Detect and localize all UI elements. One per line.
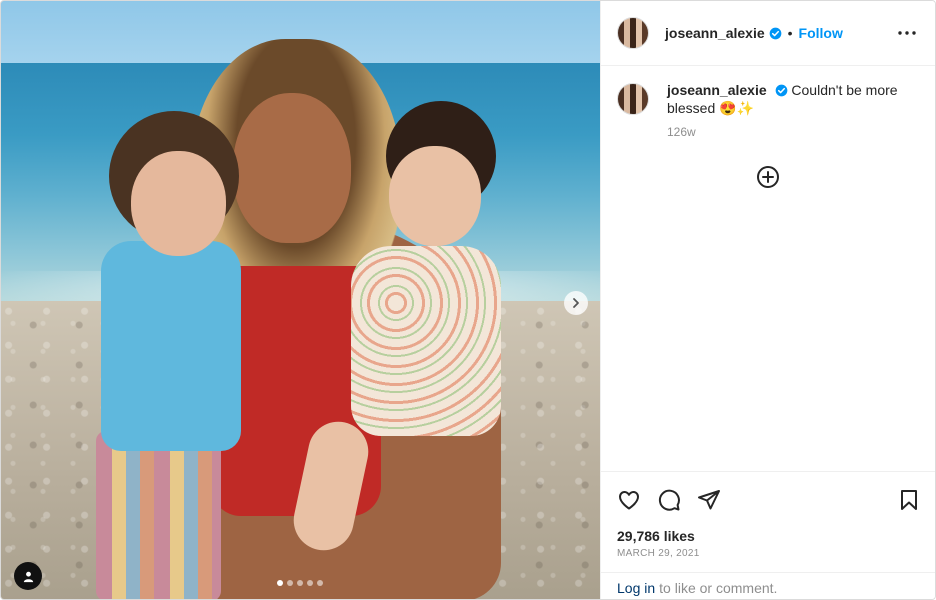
post-caption: joseann_alexie Couldn't be more blessed … [617,81,922,117]
user-tag-icon [23,571,33,582]
post-dialog: joseann_alexie • Follow joseann_alexie C… [0,0,936,600]
username-link[interactable]: joseann_alexie [665,25,765,41]
post-date: MARCH 29, 2021 [617,548,700,559]
caption-username[interactable]: joseann_alexie [667,82,767,98]
more-options-icon [898,31,916,35]
carousel-dot [287,580,293,586]
post-side-panel: joseann_alexie • Follow joseann_alexie C… [600,1,935,599]
carousel-dot [317,580,323,586]
verified-badge-icon [769,27,781,39]
heart-icon[interactable] [617,488,641,512]
post-photo[interactable] [1,1,600,599]
login-link[interactable]: Log in [617,580,655,596]
more-options-button[interactable] [897,23,917,43]
chevron-right-icon [573,298,579,308]
carousel-dot [307,580,313,586]
comment-icon[interactable] [657,488,681,512]
carousel-indicator [277,580,323,586]
avatar[interactable] [617,83,649,115]
verified-badge-icon [775,84,787,97]
login-prompt: Log in to like or comment. [601,572,935,599]
post-actions: 29,786 likes MARCH 29, 2021 Log in to li… [601,471,935,599]
add-comment-icon[interactable] [756,165,780,189]
likes-count[interactable]: 29,786 likes [617,528,695,544]
bookmark-icon[interactable] [897,488,921,512]
carousel-next-button[interactable] [564,291,588,315]
carousel-dot [277,580,283,586]
carousel-dot [297,580,303,586]
tagged-users-button[interactable] [14,562,42,590]
post-header: joseann_alexie • Follow [601,1,935,66]
separator-dot: • [787,25,793,41]
login-prompt-text: to like or comment. [659,579,778,596]
share-icon[interactable] [697,488,721,512]
follow-button[interactable]: Follow [799,25,843,41]
post-time-ago: 126w [667,125,696,139]
avatar[interactable] [617,17,649,49]
